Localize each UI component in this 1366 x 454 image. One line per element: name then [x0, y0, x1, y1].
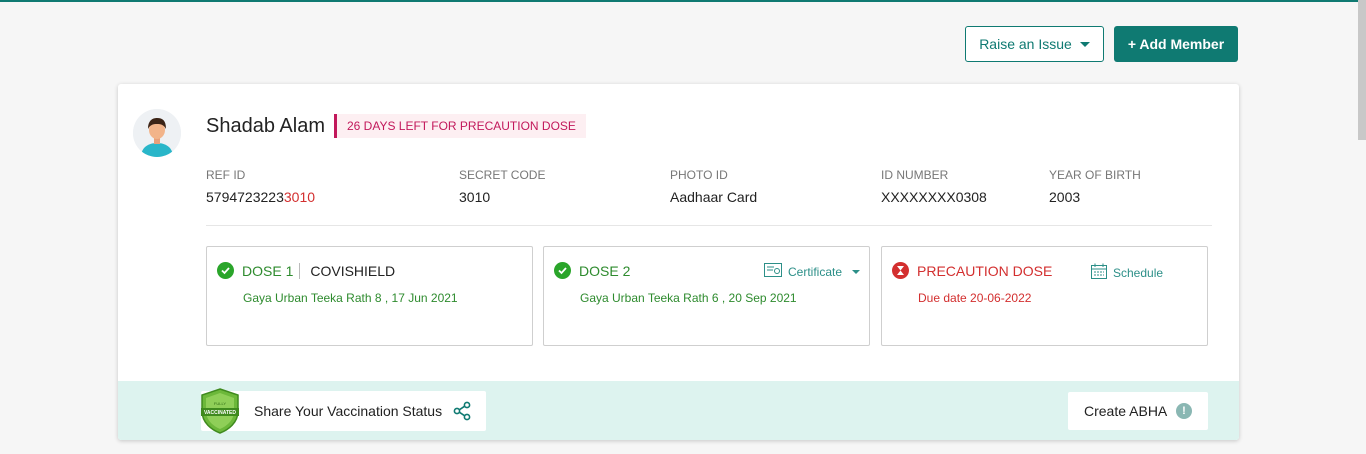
schedule-label: Schedule	[1113, 265, 1164, 280]
vaccinated-badge-icon: VACCINATED FULLY	[198, 387, 242, 435]
separator	[299, 262, 301, 279]
ref-id-label: REF ID	[206, 168, 246, 182]
dose-1-vaccine: COVISHIELD	[310, 262, 396, 279]
precaution-dose-detail: Due date 20-06-2022	[918, 291, 1032, 305]
certificate-dropdown[interactable]: Certificate	[764, 263, 861, 280]
create-abha-label: Create ABHA	[1084, 403, 1168, 419]
badge-text-top: FULLY	[214, 401, 226, 406]
share-label: Share Your Vaccination Status	[254, 403, 443, 419]
schedule-link[interactable]: Schedule	[1091, 263, 1163, 282]
ref-id-main: 5794723223	[206, 189, 284, 205]
precaution-dose-card: PRECAUTION DOSE Schedule Due date 20-06-…	[881, 246, 1208, 346]
chevron-down-icon	[852, 269, 861, 274]
id-number-label: ID NUMBER	[881, 168, 949, 182]
share-vaccination-status-button[interactable]: VACCINATED FULLY Share Your Vaccination …	[201, 388, 486, 434]
secret-code-field: SECRET CODE 3010	[459, 168, 545, 205]
scrollbar[interactable]	[1358, 0, 1366, 140]
precaution-dose-header: PRECAUTION DOSE	[892, 262, 1052, 279]
photo-id-value: Aadhaar Card	[670, 189, 758, 205]
year-of-birth-value: 2003	[1049, 189, 1081, 205]
id-number-field: ID NUMBER XXXXXXXX0308	[881, 168, 987, 205]
calendar-icon	[1091, 263, 1107, 282]
year-of-birth-label: YEAR OF BIRTH	[1049, 168, 1141, 182]
dose-2-card: DOSE 2 Certificate Gaya Urban Teeka Rath…	[543, 246, 870, 346]
divider	[206, 225, 1212, 226]
member-card: Shadab Alam 26 DAYS LEFT FOR PRECAUTION …	[118, 84, 1239, 440]
info-icon[interactable]: !	[1176, 403, 1192, 419]
ref-id-field: REF ID 57947232233010	[206, 168, 315, 205]
check-circle-icon	[554, 262, 571, 279]
raise-issue-label: Raise an Issue	[979, 36, 1072, 52]
certificate-label: Certificate	[788, 264, 843, 279]
certificate-icon	[764, 263, 782, 280]
photo-id-label: PHOTO ID	[670, 168, 728, 182]
card-footer: VACCINATED FULLY Share Your Vaccination …	[118, 381, 1239, 440]
precaution-dose-title: PRECAUTION DOSE	[917, 262, 1053, 279]
add-member-button[interactable]: + Add Member	[1114, 26, 1238, 62]
dose-2-detail: Gaya Urban Teeka Rath 6 , 20 Sep 2021	[580, 291, 797, 305]
precaution-countdown-badge: 26 DAYS LEFT FOR PRECAUTION DOSE	[334, 114, 586, 138]
ref-id-value: 57947232233010	[206, 189, 315, 205]
dose-1-title: DOSE 1	[242, 262, 294, 279]
secret-code-value: 3010	[459, 189, 491, 205]
badge-text-main: VACCINATED	[204, 410, 236, 416]
photo-id-field: PHOTO ID Aadhaar Card	[670, 168, 757, 205]
dose-1-header: DOSE 1 COVISHIELD	[217, 262, 395, 279]
avatar-icon	[133, 109, 181, 157]
raise-issue-button[interactable]: Raise an Issue	[965, 26, 1104, 62]
secret-code-label: SECRET CODE	[459, 168, 546, 182]
year-of-birth-field: YEAR OF BIRTH 2003	[1049, 168, 1141, 205]
member-name: Shadab Alam	[206, 115, 325, 137]
dose-1-card: DOSE 1 COVISHIELD Gaya Urban Teeka Rath …	[206, 246, 533, 346]
ref-id-highlight: 3010	[283, 189, 316, 205]
dose-2-header: DOSE 2	[554, 262, 630, 279]
check-circle-icon	[217, 262, 234, 279]
dose-1-detail: Gaya Urban Teeka Rath 8 , 17 Jun 2021	[243, 291, 458, 305]
top-accent-line	[0, 0, 1366, 2]
id-number-value: XXXXXXXX0308	[881, 189, 987, 205]
dose-2-title: DOSE 2	[579, 262, 631, 279]
hourglass-icon	[892, 262, 909, 279]
chevron-down-icon	[1079, 41, 1090, 47]
share-icon	[453, 401, 471, 426]
create-abha-button[interactable]: Create ABHA !	[1068, 392, 1208, 430]
